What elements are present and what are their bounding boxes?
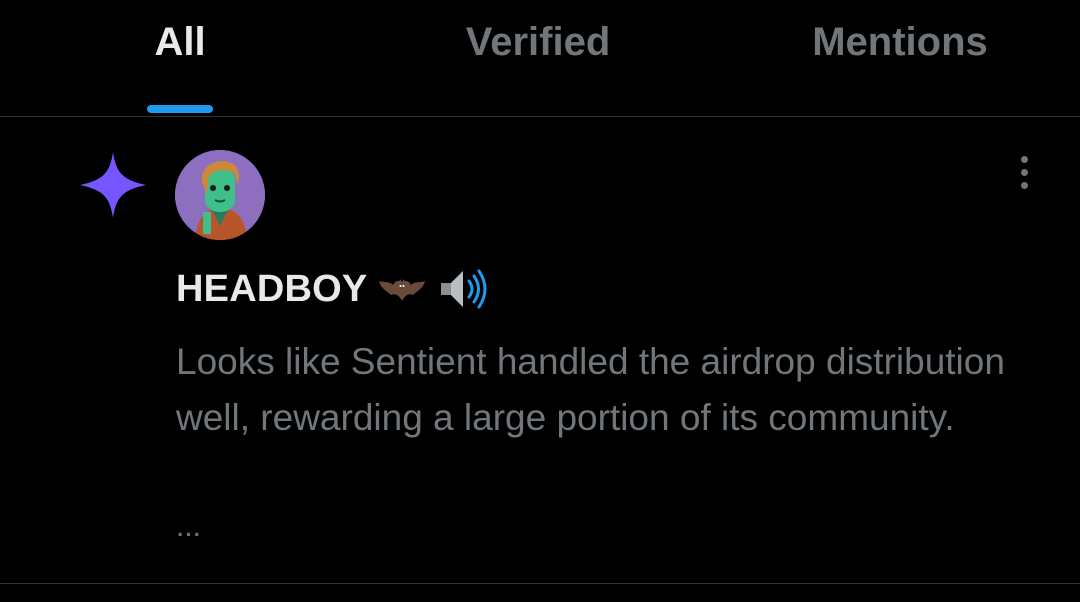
notification-text: Looks like Sentient handled the airdrop … xyxy=(176,341,1005,438)
bat-icon xyxy=(379,279,426,301)
tab-verified[interactable]: Verified xyxy=(438,0,638,116)
author-row: HEADBOY xyxy=(176,264,489,314)
tab-mentions[interactable]: Mentions xyxy=(780,0,1020,116)
author-name[interactable]: HEADBOY xyxy=(176,268,367,311)
truncation-ellipsis: ... xyxy=(176,510,202,543)
more-options-button[interactable] xyxy=(1004,150,1044,194)
more-vertical-icon-dot xyxy=(1020,168,1028,176)
sparkle-icon xyxy=(80,152,146,218)
avatar-image xyxy=(175,150,265,240)
tab-all-label: All xyxy=(154,19,206,64)
avatar[interactable] xyxy=(175,150,265,240)
more-vertical-icon-dot xyxy=(1020,181,1028,189)
speaker-loud-icon xyxy=(441,269,487,309)
tab-verified-label: Verified xyxy=(465,19,611,64)
tab-mentions-label: Mentions xyxy=(812,19,988,64)
notifications-tab-bar: All Verified Mentions xyxy=(0,0,1080,117)
more-vertical-icon xyxy=(1020,155,1028,163)
tab-all[interactable]: All xyxy=(80,0,280,116)
active-tab-indicator xyxy=(147,105,213,113)
